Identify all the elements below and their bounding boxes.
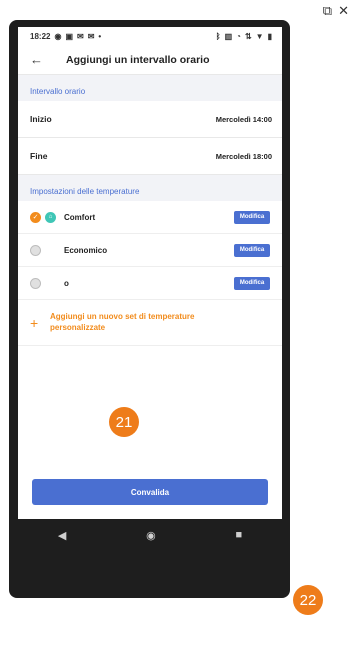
step-badge-21: 21: [109, 407, 139, 437]
add-temperature-set[interactable]: + Aggiungi un nuovo set di temperature p…: [18, 300, 282, 346]
temp-item-name: Comfort: [64, 212, 96, 222]
plus-icon[interactable]: +: [30, 315, 44, 331]
app-bar: ← Aggiungi un intervallo orario: [18, 45, 282, 75]
status-bar: 18:22 ◉ ▣ ✉ ✉ • ᛒ ▥ ◔ ⇅ ▼ ▮: [18, 27, 282, 45]
mail-icon: ✉: [77, 31, 84, 41]
close-icon[interactable]: ✕: [338, 3, 349, 19]
radio-checked-icon[interactable]: ✓: [30, 211, 41, 223]
nav-home-icon[interactable]: ◉: [146, 529, 156, 542]
vibrate-icon: ▥: [224, 31, 233, 41]
status-time: 18:22: [30, 31, 51, 41]
start-label: Inizio: [30, 114, 52, 124]
modify-third-button[interactable]: Modifica: [234, 276, 270, 290]
radio-unchecked-icon[interactable]: [30, 277, 41, 289]
signal-icon: ⇅: [244, 31, 252, 41]
step-badge-22: 22: [293, 585, 323, 615]
battery-icon: ▮: [267, 31, 272, 41]
page-title: Aggiungi un intervallo orario: [66, 53, 210, 66]
end-value: Mercoledì 18:00: [215, 151, 272, 161]
temp-item-name: o: [64, 278, 69, 288]
app-screen: 18:22 ◉ ▣ ✉ ✉ • ᛒ ▥ ◔ ⇅ ▼ ▮ ← Aggiungi u…: [18, 27, 282, 551]
window-controls: ⧉ ✕: [323, 3, 349, 19]
bottom-action-bar: Convalida: [18, 465, 282, 519]
wifi-icon: ▼: [255, 31, 264, 41]
modify-economico-button[interactable]: Modifica: [234, 243, 270, 257]
temperature-section: Impostazioni delle temperature: [18, 175, 282, 201]
economy-icon: [45, 245, 56, 256]
time-interval-section: Intervallo orario: [18, 75, 282, 101]
radio-unchecked-icon[interactable]: [30, 244, 41, 256]
system-nav-bar: ◀ ◉ ■: [18, 519, 282, 551]
dot-icon: •: [98, 31, 102, 41]
home-icon: ⌂: [45, 211, 56, 223]
section-label-interval: Intervallo orario: [30, 87, 86, 96]
bluetooth-icon: ᛒ: [215, 31, 221, 41]
confirm-button[interactable]: Convalida: [32, 479, 268, 505]
start-row[interactable]: Inizio Mercoledì 14:00: [18, 101, 282, 138]
section-label-temperature: Impostazioni delle temperature: [30, 187, 140, 196]
back-arrow-icon[interactable]: ←: [30, 52, 52, 67]
end-row[interactable]: Fine Mercoledì 18:00: [18, 138, 282, 175]
temp-item-economico[interactable]: Economico Modifica: [18, 234, 282, 267]
temp-item-name: Economico: [64, 245, 108, 255]
temp-item-third[interactable]: o Modifica: [18, 267, 282, 300]
external-window-icon[interactable]: ⧉: [323, 3, 332, 19]
nav-back-icon[interactable]: ◀: [58, 529, 66, 542]
modify-comfort-button[interactable]: Modifica: [234, 210, 270, 224]
end-label: Fine: [30, 151, 48, 161]
temp-item-comfort[interactable]: ✓ ⌂ Comfort Modifica: [18, 201, 282, 234]
alarm-icon: ◔: [236, 31, 241, 41]
start-value: Mercoledì 14:00: [215, 114, 272, 124]
nav-recent-icon[interactable]: ■: [235, 529, 242, 541]
gallery-icon: ▣: [65, 31, 74, 41]
mail-icon: ✉: [87, 31, 95, 41]
temp-icon: [45, 278, 56, 289]
add-temperature-text: Aggiungi un nuovo set di temperature per…: [50, 312, 195, 332]
eye-icon: ◉: [54, 31, 62, 41]
